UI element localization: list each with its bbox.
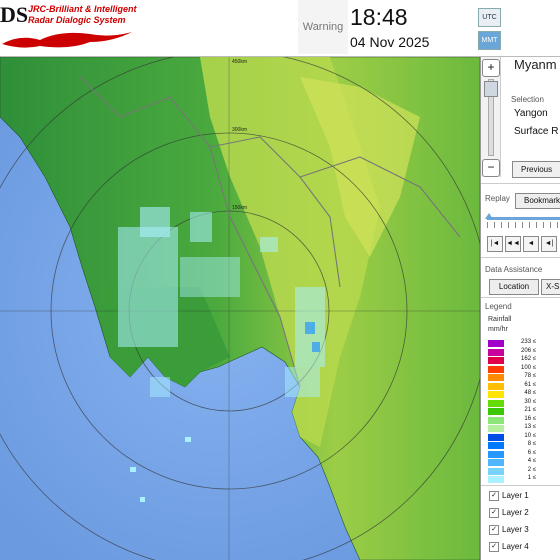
first-frame-button[interactable]: |◄ bbox=[487, 236, 503, 252]
layer-1-label: Layer 1 bbox=[502, 491, 529, 500]
jrc-logo: DS JRC-Brilliant & Intelligent Radar Dia… bbox=[0, 0, 140, 54]
mmt-button[interactable]: MMT bbox=[478, 31, 501, 50]
legend-swatch bbox=[488, 459, 504, 466]
legend-swatch bbox=[488, 408, 504, 415]
divider bbox=[481, 183, 560, 184]
legend-swatch bbox=[488, 450, 504, 458]
legend-heading: Legend bbox=[485, 302, 512, 311]
bird-logo-icon bbox=[2, 32, 132, 48]
brand-line-2: Radar Dialogic System bbox=[28, 15, 126, 25]
brand-line-1: JRC-Brilliant & Intelligent bbox=[28, 4, 137, 14]
divider bbox=[481, 257, 560, 258]
legend-swatch bbox=[488, 348, 504, 356]
step-back-button[interactable]: ◄ bbox=[523, 236, 539, 252]
legend-subtitle-rainfall: Rainfall bbox=[488, 316, 512, 323]
replay-slider[interactable] bbox=[487, 217, 560, 220]
legend-swatch bbox=[488, 433, 504, 441]
legend-swatch bbox=[488, 425, 504, 432]
rewind-button[interactable]: ◄◄ bbox=[505, 236, 521, 252]
divider bbox=[481, 485, 560, 486]
legend-value: 78 ≤ bbox=[524, 373, 536, 379]
layer-2-toggle[interactable]: ✓ Layer 2 bbox=[489, 506, 529, 520]
legend-swatch bbox=[488, 374, 504, 381]
layer-1-toggle[interactable]: ✓ Layer 1 bbox=[489, 489, 529, 503]
legend-value: 21 ≤ bbox=[524, 407, 536, 413]
warning-indicator[interactable]: Warning bbox=[298, 0, 348, 54]
checkbox-icon[interactable]: ✓ bbox=[489, 541, 499, 552]
previous-button[interactable]: Previous bbox=[512, 161, 560, 178]
checkbox-icon[interactable]: ✓ bbox=[489, 524, 499, 535]
radar-map[interactable]: 150km 300km 450km bbox=[0, 57, 480, 560]
legend-value: 233 ≤ bbox=[521, 339, 536, 345]
selection-site[interactable]: Yangon bbox=[514, 108, 548, 119]
replay-heading: Replay bbox=[485, 194, 510, 203]
legend-swatch bbox=[488, 391, 504, 398]
legend-value: 162 ≤ bbox=[521, 356, 536, 362]
checkbox-icon[interactable]: ✓ bbox=[489, 507, 499, 518]
legend-value: 8 ≤ bbox=[527, 441, 536, 447]
zoom-thumb[interactable] bbox=[484, 81, 498, 97]
bookmark-button[interactable]: Bookmark bbox=[515, 193, 560, 209]
legend-value: 1 ≤ bbox=[527, 475, 536, 481]
divider bbox=[481, 297, 560, 298]
location-button[interactable]: Location bbox=[489, 279, 539, 295]
range-label-450: 450km bbox=[232, 59, 247, 65]
legend-subtitle-unit: mm/hr bbox=[488, 326, 508, 333]
replay-ticks bbox=[487, 222, 560, 228]
data-assistance-heading: Data Assistance bbox=[485, 265, 543, 274]
legend-swatch bbox=[488, 382, 504, 390]
legend-swatch bbox=[488, 357, 504, 364]
zoom-in-button[interactable]: + bbox=[482, 59, 500, 77]
layer-3-toggle[interactable]: ✓ Layer 3 bbox=[489, 523, 529, 537]
legend-swatch bbox=[488, 467, 504, 475]
legend-value: 100 ≤ bbox=[521, 364, 536, 371]
country-label: Myanm bbox=[514, 57, 557, 72]
legend-value: 48 ≤ bbox=[524, 390, 536, 396]
legend-value: 16 ≤ bbox=[524, 415, 536, 422]
legend-value: 206 ≤ bbox=[521, 347, 536, 354]
legend-swatch bbox=[488, 416, 504, 424]
layer-4-toggle[interactable]: ✓ Layer 4 bbox=[489, 540, 529, 554]
legend-value: 13 ≤ bbox=[524, 424, 536, 430]
legend-value: 30 ≤ bbox=[524, 398, 536, 405]
checkbox-icon[interactable]: ✓ bbox=[489, 490, 499, 501]
utc-button[interactable]: UTC bbox=[478, 8, 501, 27]
selection-product[interactable]: Surface R bbox=[514, 126, 558, 137]
legend-value: 2 ≤ bbox=[527, 466, 536, 473]
cross-section-button[interactable]: X-S bbox=[541, 279, 560, 295]
legend-value: 4 ≤ bbox=[527, 458, 536, 464]
side-panel: + − Myanm Selection Yangon Surface R Pre… bbox=[480, 57, 560, 560]
legend-swatch bbox=[488, 340, 504, 347]
layer-3-label: Layer 3 bbox=[502, 525, 529, 534]
zoom-out-button[interactable]: − bbox=[482, 159, 500, 177]
current-time: 18:48 bbox=[350, 4, 408, 30]
zoom-control: + − bbox=[481, 57, 501, 177]
current-date: 04 Nov 2025 bbox=[350, 34, 430, 50]
legend-swatch bbox=[488, 399, 504, 407]
range-label-150: 150km bbox=[232, 205, 247, 211]
prev-frame-button[interactable]: ◄| bbox=[541, 236, 557, 252]
logo-mark-text: DS bbox=[0, 2, 29, 27]
legend-swatch bbox=[488, 365, 504, 373]
layer-2-label: Layer 2 bbox=[502, 508, 529, 517]
legend-swatch bbox=[488, 442, 504, 449]
selection-heading: Selection bbox=[511, 95, 544, 104]
range-label-300: 300km bbox=[232, 127, 247, 133]
layer-4-label: Layer 4 bbox=[502, 542, 529, 551]
legend-value: 10 ≤ bbox=[524, 432, 536, 439]
radar-map-canvas[interactable]: 150km 300km 450km bbox=[0, 57, 480, 560]
legend-swatch bbox=[488, 476, 504, 483]
legend-value: 6 ≤ bbox=[527, 449, 536, 456]
legend-value: 61 ≤ bbox=[524, 381, 536, 388]
top-header: DS JRC-Brilliant & Intelligent Radar Dia… bbox=[0, 0, 560, 57]
